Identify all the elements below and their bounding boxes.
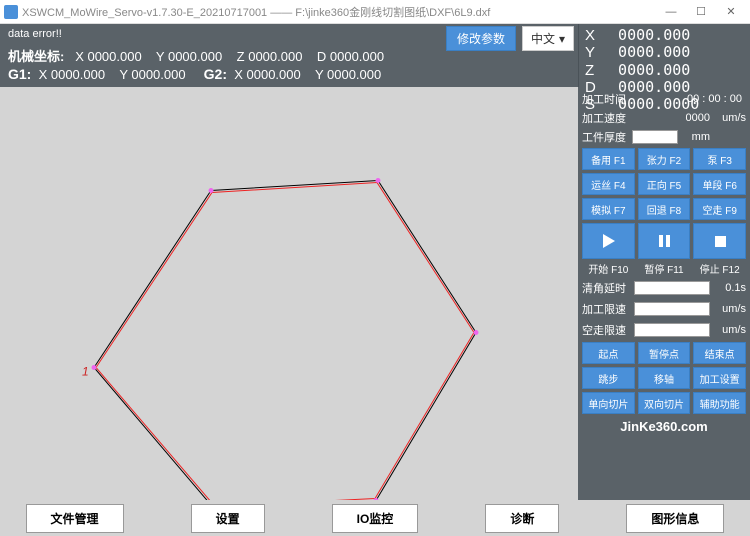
- action-button-6[interactable]: 单向切片: [582, 392, 635, 414]
- error-message: data error!!: [8, 28, 62, 40]
- cut-speed-input[interactable]: [634, 302, 710, 316]
- bottom-button-1[interactable]: 设置: [191, 504, 265, 533]
- fn-button-f3[interactable]: 泵 F3: [693, 148, 746, 170]
- bottom-button-0[interactable]: 文件管理: [26, 504, 124, 533]
- action-button-1[interactable]: 暂停点: [638, 342, 691, 364]
- fn-button-f7[interactable]: 模拟 F7: [582, 198, 635, 220]
- action-button-0[interactable]: 起点: [582, 342, 635, 364]
- stop-label: 停止 F12: [693, 261, 746, 276]
- chevron-down-icon: ▾: [559, 32, 565, 46]
- right-panel: 加工时间00 : 00 : 00 加工速度0000um/s 工件厚度mm 备用 …: [578, 87, 750, 500]
- path-marker: 1: [82, 365, 89, 379]
- dro-Z: Z 0000.000: [585, 62, 744, 79]
- brand-label: JinKe360.com: [582, 419, 746, 434]
- thickness-label: 工件厚度: [582, 129, 632, 145]
- app-icon: [4, 5, 18, 19]
- minimize-button[interactable]: —: [656, 6, 686, 18]
- function-buttons: 备用 F1张力 F2泵 F3 运丝 F4正向 F5单段 F6 模拟 F7回退 F8空…: [582, 148, 746, 220]
- language-select[interactable]: 中文▾: [522, 26, 574, 51]
- corner-delay-input[interactable]: [634, 281, 710, 295]
- close-button[interactable]: ✕: [716, 5, 746, 18]
- bottom-button-2[interactable]: IO监控: [332, 504, 419, 533]
- bottom-button-4[interactable]: 图形信息: [626, 504, 724, 533]
- fn-button-f5[interactable]: 正向 F5: [638, 173, 691, 195]
- machine-coords: 机械坐标: X 0000.000 Y 0000.000 Z 0000.000 D…: [8, 46, 384, 65]
- fn-button-f6[interactable]: 单段 F6: [693, 173, 746, 195]
- topbar: data error!! 修改参数 中文▾ 机械坐标: X 0000.000 Y…: [0, 24, 750, 87]
- dro-panel: X 0000.000Y 0000.000Z 0000.000D 0000.000…: [578, 24, 750, 87]
- action-button-2[interactable]: 结束点: [693, 342, 746, 364]
- bottom-button-3[interactable]: 诊断: [485, 504, 559, 533]
- bottombar: 文件管理 设置 IO监控 诊断 图形信息: [0, 500, 750, 536]
- action-button-7[interactable]: 双向切片: [638, 392, 691, 414]
- fn-button-f9[interactable]: 空走 F9: [693, 198, 746, 220]
- pause-label: 暂停 F11: [638, 261, 691, 276]
- fn-button-f4[interactable]: 运丝 F4: [582, 173, 635, 195]
- play-label: 开始 F10: [582, 261, 635, 276]
- maximize-button[interactable]: ☐: [686, 5, 716, 18]
- action-button-8[interactable]: 辅助功能: [693, 392, 746, 414]
- action-buttons: 起点暂停点结束点跳步移轴加工设置单向切片双向切片辅助功能: [582, 342, 746, 414]
- g-coords: G1: X 0000.000 Y 0000.000 G2: X 0000.000…: [8, 66, 381, 82]
- stop-button[interactable]: [693, 223, 746, 259]
- dro-D: D 0000.000: [585, 79, 744, 96]
- action-button-5[interactable]: 加工设置: [693, 367, 746, 389]
- drawing-canvas[interactable]: 1 Y X: [0, 87, 578, 500]
- dro-S: S 0000.0000: [585, 96, 744, 113]
- idle-speed-input[interactable]: [634, 323, 710, 337]
- thickness-input[interactable]: [632, 130, 678, 144]
- fn-button-f2[interactable]: 张力 F2: [638, 148, 691, 170]
- fn-button-f8[interactable]: 回退 F8: [638, 198, 691, 220]
- action-button-3[interactable]: 跳步: [582, 367, 635, 389]
- dro-X: X 0000.000: [585, 27, 744, 44]
- play-button[interactable]: [582, 223, 635, 259]
- dro-Y: Y 0000.000: [585, 44, 744, 61]
- modify-params-button[interactable]: 修改参数: [446, 26, 516, 51]
- window-title: XSWCM_MoWire_Servo-v1.7.30-E_20210717001…: [22, 4, 656, 20]
- titlebar: XSWCM_MoWire_Servo-v1.7.30-E_20210717001…: [0, 0, 750, 24]
- speed-value: 0000: [632, 112, 714, 124]
- action-button-4[interactable]: 移轴: [638, 367, 691, 389]
- pause-button[interactable]: [638, 223, 691, 259]
- fn-button-f1[interactable]: 备用 F1: [582, 148, 635, 170]
